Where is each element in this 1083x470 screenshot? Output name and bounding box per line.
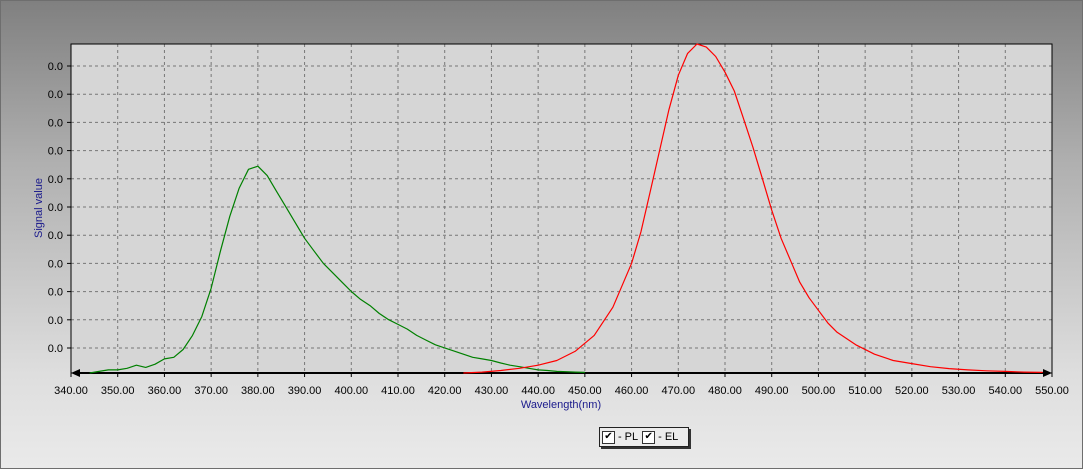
x-tick-label: 550.00: [1035, 385, 1069, 397]
y-tick-label: 0.0: [48, 89, 63, 101]
legend-label-el: EL: [664, 431, 679, 443]
legend-item-el[interactable]: ✔ - EL: [642, 430, 679, 444]
x-tick-label: 470.00: [661, 385, 695, 397]
y-axis-label: Signal value: [33, 178, 45, 238]
y-tick-label: 0.0: [48, 146, 63, 158]
y-tick-label: 0.0: [48, 230, 63, 242]
x-axis-label: Wavelength(nm): [521, 399, 601, 411]
x-tick-label: 530.00: [942, 385, 976, 397]
x-tick-label: 390.00: [288, 385, 322, 397]
x-tick-label: 430.00: [475, 385, 509, 397]
x-tick-labels: 340.00 350.00 360.00 370.00 380.00 390.00 400.…: [54, 385, 1069, 397]
x-tick-label: 380.00: [241, 385, 275, 397]
legend-label-pl: PL: [624, 431, 639, 443]
y-tick-labels: 0.0 0.0 0.0 0.0 0.0 0.0 0.0 0.0 0.0 0.0 0.0: [48, 61, 63, 355]
spectrum-chart: 0.0 0.0 0.0 0.0 0.0 0.0 0.0 0.0 0.0 0.0 0.0 340.00…: [33, 43, 1069, 411]
y-tick-label: 0.0: [48, 287, 63, 299]
y-tick-label: 0.0: [48, 343, 63, 355]
x-tick-label: 520.00: [895, 385, 929, 397]
y-tick-label: 0.0: [48, 202, 63, 214]
x-tick-label: 410.00: [381, 385, 415, 397]
x-tick-label: 420.00: [428, 385, 462, 397]
legend-item-pl[interactable]: ✔ - PL: [602, 430, 639, 444]
x-tick-label: 400.00: [334, 385, 368, 397]
x-tick-label: 360.00: [148, 385, 182, 397]
legend: ✔ - PL ✔ - EL: [599, 427, 690, 447]
x-tick-label: 370.00: [194, 385, 228, 397]
pl-checkbox[interactable]: ✔: [602, 430, 615, 444]
y-tick-label: 0.0: [48, 61, 63, 73]
x-tick-label: 540.00: [988, 385, 1022, 397]
chart-window: 0.0 0.0 0.0 0.0 0.0 0.0 0.0 0.0 0.0 0.0 0.0 340.00…: [0, 0, 1083, 469]
x-tick-label: 450.00: [568, 385, 602, 397]
x-tick-label: 490.00: [755, 385, 789, 397]
x-tick-label: 460.00: [615, 385, 649, 397]
plot-area: [71, 44, 1052, 373]
x-tick-label: 340.00: [54, 385, 88, 397]
legend-dash: -: [618, 431, 622, 443]
x-tick-label: 440.00: [521, 385, 555, 397]
x-tick-label: 510.00: [848, 385, 882, 397]
y-tick-label: 0.0: [48, 174, 63, 186]
y-tick-label: 0.0: [48, 315, 63, 327]
x-tick-label: 500.00: [802, 385, 836, 397]
y-tick-label: 0.0: [48, 258, 63, 270]
legend-dash: -: [658, 431, 662, 443]
x-tick-label: 480.00: [708, 385, 742, 397]
y-tick-label: 0.0: [48, 117, 63, 129]
el-checkbox[interactable]: ✔: [642, 430, 656, 444]
x-tick-label: 350.00: [101, 385, 135, 397]
